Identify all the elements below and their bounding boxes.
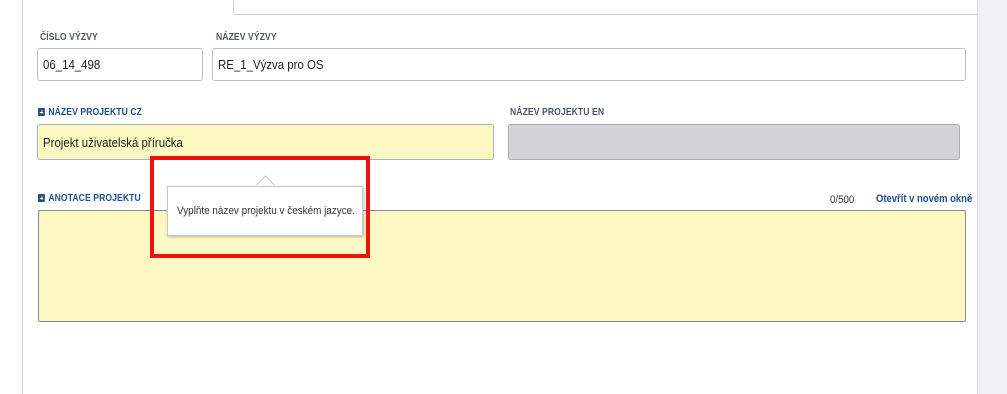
required-plus-icon	[38, 108, 45, 116]
cislo-vyzvy-value: 06_14_498	[43, 57, 101, 72]
nazev-vyzvy-label: NÁZEV VÝZVY	[216, 32, 277, 43]
cislo-vyzvy-field[interactable]: 06_14_498	[37, 48, 203, 81]
nazev-vyzvy-value: RE_1_Výzva pro OS	[218, 57, 324, 72]
nazev-projektu-cz-field[interactable]: Projekt uživatelská příručka	[37, 124, 494, 160]
highlight-box	[150, 156, 370, 258]
open-new-window-link[interactable]: Otevřít v novém okně	[876, 193, 972, 205]
nazev-vyzvy-field[interactable]: RE_1_Výzva pro OS	[212, 48, 966, 81]
anotace-projektu-label-text: ANOTACE PROJEKTU	[48, 193, 141, 204]
anotace-projektu-label: ANOTACE PROJEKTU	[38, 193, 141, 204]
scrollbar[interactable]	[977, 0, 1007, 394]
required-plus-icon	[38, 194, 45, 202]
previous-field	[233, 0, 991, 15]
character-counter: 0/500	[830, 194, 855, 206]
nazev-projektu-en-label: NÁZEV PROJEKTU EN	[510, 107, 605, 118]
nazev-projektu-cz-label: NÁZEV PROJEKTU CZ	[38, 107, 142, 118]
nazev-projektu-en-field	[508, 124, 960, 160]
cislo-vyzvy-label: ČÍSLO VÝZVY	[40, 32, 98, 43]
nazev-projektu-cz-label-text: NÁZEV PROJEKTU CZ	[48, 107, 143, 118]
nazev-projektu-cz-value: Projekt uživatelská příručka	[43, 134, 183, 150]
